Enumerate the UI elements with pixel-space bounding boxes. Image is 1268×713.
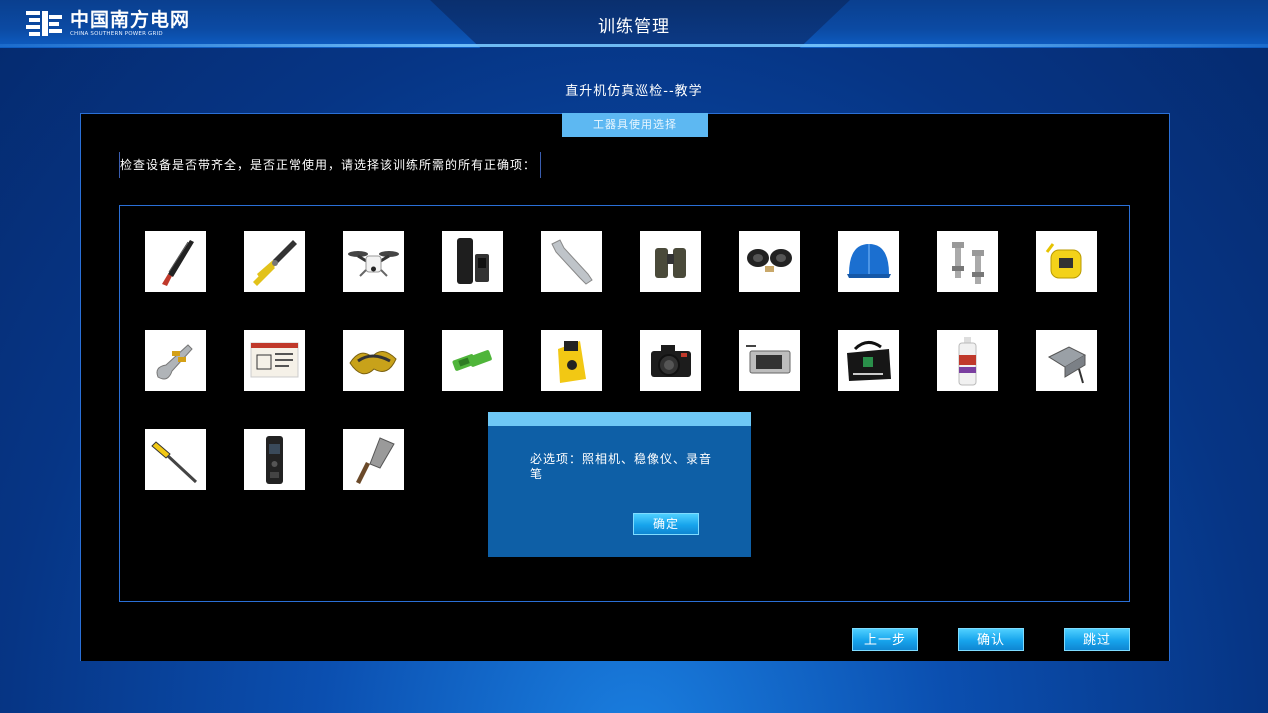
tool-item-pliers[interactable] bbox=[244, 231, 305, 292]
top-bar: 中国南方电网 CHINA SOUTHERN POWER GRID 训练管理 bbox=[0, 0, 1268, 48]
hacksaw-icon bbox=[162, 240, 194, 286]
tool-item-spray-can[interactable] bbox=[937, 330, 998, 391]
rope-icon bbox=[349, 351, 397, 375]
rangefinder-icon bbox=[558, 341, 586, 383]
tool-item-case[interactable] bbox=[442, 231, 503, 292]
tool-item-screwdriver[interactable] bbox=[145, 429, 206, 490]
tool-item-tape-measure[interactable] bbox=[1036, 231, 1097, 292]
tool-item-voice-recorder[interactable] bbox=[244, 429, 305, 490]
page-title: 直升机仿真巡检--教学 bbox=[565, 84, 703, 99]
spray-can-icon bbox=[958, 337, 977, 386]
tool-item-hacksaw[interactable] bbox=[145, 231, 206, 292]
confirm-button[interactable]: 确认 bbox=[958, 628, 1024, 651]
binoculars-icon bbox=[655, 248, 686, 278]
tool-item-clamp[interactable] bbox=[145, 330, 206, 391]
question-text: 检查设备是否带齐全，是否正常使用，请选择该训练所需的所有正确项： bbox=[119, 152, 542, 178]
tool-item-bag[interactable] bbox=[838, 330, 899, 391]
screwdriver-icon bbox=[151, 441, 198, 484]
scraper-icon bbox=[356, 437, 395, 484]
bolts-icon bbox=[952, 242, 984, 284]
compact-camera-icon bbox=[746, 345, 791, 374]
dialog-ok-button[interactable]: 确定 bbox=[633, 513, 699, 535]
wrench-icon bbox=[551, 239, 593, 285]
tool-item-battery[interactable] bbox=[442, 330, 503, 391]
tool-item-calendar[interactable] bbox=[244, 330, 305, 391]
binoculars-black-icon bbox=[747, 249, 792, 272]
previous-step-button[interactable]: 上一步 bbox=[852, 628, 918, 651]
camera-icon bbox=[651, 345, 691, 377]
drone-icon bbox=[348, 251, 399, 277]
dialog-title-bar bbox=[488, 412, 751, 426]
voice-recorder-icon bbox=[266, 436, 283, 484]
header-glow-line bbox=[0, 44, 1268, 47]
skip-button[interactable]: 跳过 bbox=[1064, 628, 1130, 651]
stabilizer-icon bbox=[1047, 346, 1087, 384]
tool-item-rangefinder[interactable] bbox=[541, 330, 602, 391]
tool-item-scraper[interactable] bbox=[343, 429, 404, 490]
app-title: 训练管理 bbox=[598, 17, 670, 37]
tool-item-bolts[interactable] bbox=[937, 231, 998, 292]
clamp-icon bbox=[156, 344, 193, 380]
tool-item-helmet[interactable] bbox=[838, 231, 899, 292]
dialog-message: 必选项：照相机、稳像仪、录音笔 bbox=[530, 452, 713, 481]
pliers-icon bbox=[253, 240, 297, 286]
battery-icon bbox=[452, 350, 492, 371]
tool-item-binoculars[interactable] bbox=[640, 231, 701, 292]
required-items-dialog: 必选项：照相机、稳像仪、录音笔 确定 bbox=[488, 412, 751, 557]
tape-measure-icon bbox=[1045, 243, 1082, 279]
calendar-icon bbox=[250, 342, 299, 378]
case-icon bbox=[457, 238, 489, 284]
tab-tool-selection[interactable]: 工器具使用选择 bbox=[562, 113, 708, 137]
helmet-icon bbox=[847, 244, 891, 278]
tool-item-camera[interactable] bbox=[640, 330, 701, 391]
bag-icon bbox=[847, 341, 891, 381]
tool-item-rope[interactable] bbox=[343, 330, 404, 391]
tool-item-drone[interactable] bbox=[343, 231, 404, 292]
tool-item-wrench[interactable] bbox=[541, 231, 602, 292]
tool-item-compact-camera[interactable] bbox=[739, 330, 800, 391]
tool-item-stabilizer[interactable] bbox=[1036, 330, 1097, 391]
tool-item-binoculars-black[interactable] bbox=[739, 231, 800, 292]
